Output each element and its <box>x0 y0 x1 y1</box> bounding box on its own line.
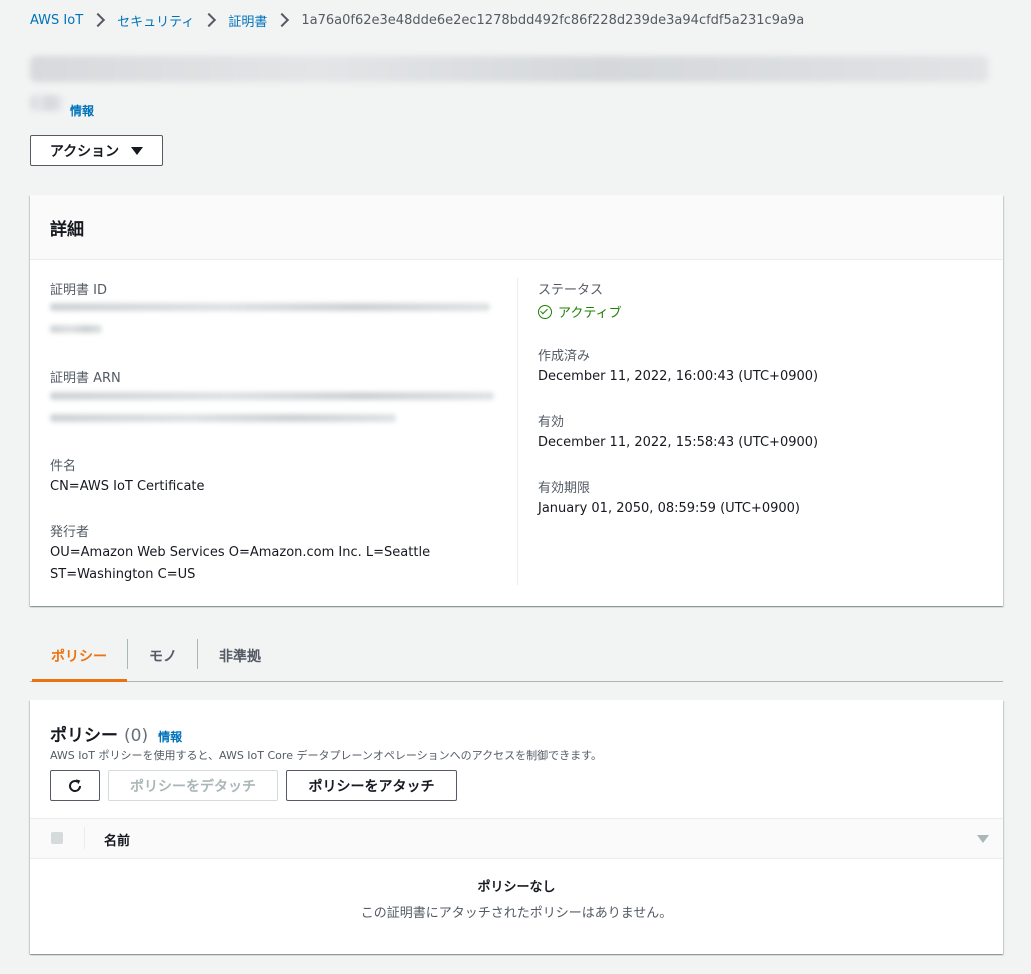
issuer-line1: OU=Amazon Web Services O=Amazon.com Inc.… <box>50 545 431 560</box>
issuer-line2: ST=Washington C=US <box>50 567 196 582</box>
status-value: アクティブ <box>558 306 622 321</box>
column-separator <box>84 827 85 849</box>
tab-policies[interactable]: ポリシー <box>51 646 107 666</box>
empty-message: この証明書にアタッチされたポリシーはありません。 <box>360 906 673 921</box>
actions-label: アクション <box>49 143 120 160</box>
issuer-label: 発行者 <box>50 525 90 540</box>
chevron-right-icon <box>275 12 290 28</box>
certificate-arn-redacted <box>50 392 494 422</box>
details-header: 詳細 <box>30 195 1003 260</box>
chevron-right-icon <box>202 12 217 28</box>
created-value: December 11, 2022, 16:00:43 (UTC+0900) <box>538 369 819 384</box>
check-circle-icon <box>538 304 552 319</box>
policies-description: AWS IoT ポリシーを使用すると、AWS IoT Core データプレーンオ… <box>50 749 603 762</box>
status-label: ステータス <box>538 283 604 298</box>
subject-label: 件名 <box>50 459 77 474</box>
expires-value: January 01, 2050, 08:59:59 (UTC+0900) <box>538 501 800 516</box>
details-title: 詳細 <box>50 220 84 240</box>
select-all-checkbox[interactable] <box>51 832 63 844</box>
policies-title: ポリシー <box>50 726 118 746</box>
policies-header: ポリシー (0) 情報 <box>50 721 182 746</box>
page-title-redacted-tail <box>30 93 62 113</box>
caret-down-icon <box>131 146 144 155</box>
column-divider <box>517 278 518 585</box>
table-header: 名前 <box>30 818 1003 859</box>
detach-policy-button[interactable]: ポリシーをデタッチ <box>108 770 278 801</box>
valid-label: 有効 <box>538 415 565 430</box>
sort-caret-icon[interactable] <box>977 835 989 843</box>
breadcrumb-aws-iot[interactable]: AWS IoT <box>30 13 83 28</box>
certificate-arn-label: 証明書 ARN <box>50 371 121 386</box>
breadcrumb-security[interactable]: セキュリティ <box>117 11 194 30</box>
tab-things[interactable]: モノ <box>149 646 177 666</box>
attach-policy-button[interactable]: ポリシーをアタッチ <box>286 770 457 801</box>
refresh-button[interactable] <box>50 770 100 801</box>
tab-divider <box>197 639 198 669</box>
details-panel: 詳細 証明書 ID 証明書 ARN 件名 CN=AWS IoT Certific… <box>30 195 1003 606</box>
info-link[interactable]: 情報 <box>70 102 94 119</box>
policies-info-link[interactable]: 情報 <box>158 728 182 745</box>
actions-dropdown[interactable]: アクション <box>30 135 163 166</box>
tab-noncompliant[interactable]: 非準拠 <box>219 646 261 666</box>
certificate-id-redacted <box>50 303 490 333</box>
valid-value: December 11, 2022, 15:58:43 (UTC+0900) <box>538 435 819 450</box>
breadcrumb-current: 1a76a0f62e3e48dde6e2ec1278bdd492fc86f228… <box>301 12 805 28</box>
empty-title: ポリシーなし <box>477 880 556 895</box>
breadcrumb: AWS IoT セキュリティ 証明書 1a76a0f62e3e48dde6e2e… <box>30 10 804 30</box>
policies-count: (0) <box>124 726 149 746</box>
breadcrumb-certificates[interactable]: 証明書 <box>228 11 267 30</box>
active-tab-indicator <box>32 679 127 682</box>
page-title-redacted <box>30 54 988 84</box>
subject-value: CN=AWS IoT Certificate <box>50 479 205 494</box>
certificate-id-label: 証明書 ID <box>50 283 107 298</box>
column-name[interactable]: 名前 <box>104 830 130 849</box>
created-label: 作成済み <box>538 349 591 364</box>
status-badge: アクティブ <box>538 302 622 321</box>
expires-label: 有効期限 <box>538 481 591 496</box>
policies-panel: ポリシー (0) 情報 AWS IoT ポリシーを使用すると、AWS IoT C… <box>30 700 1003 954</box>
refresh-icon <box>69 778 82 792</box>
tabs-baseline <box>30 681 1003 682</box>
tab-divider <box>127 639 128 669</box>
chevron-right-icon <box>91 12 106 28</box>
